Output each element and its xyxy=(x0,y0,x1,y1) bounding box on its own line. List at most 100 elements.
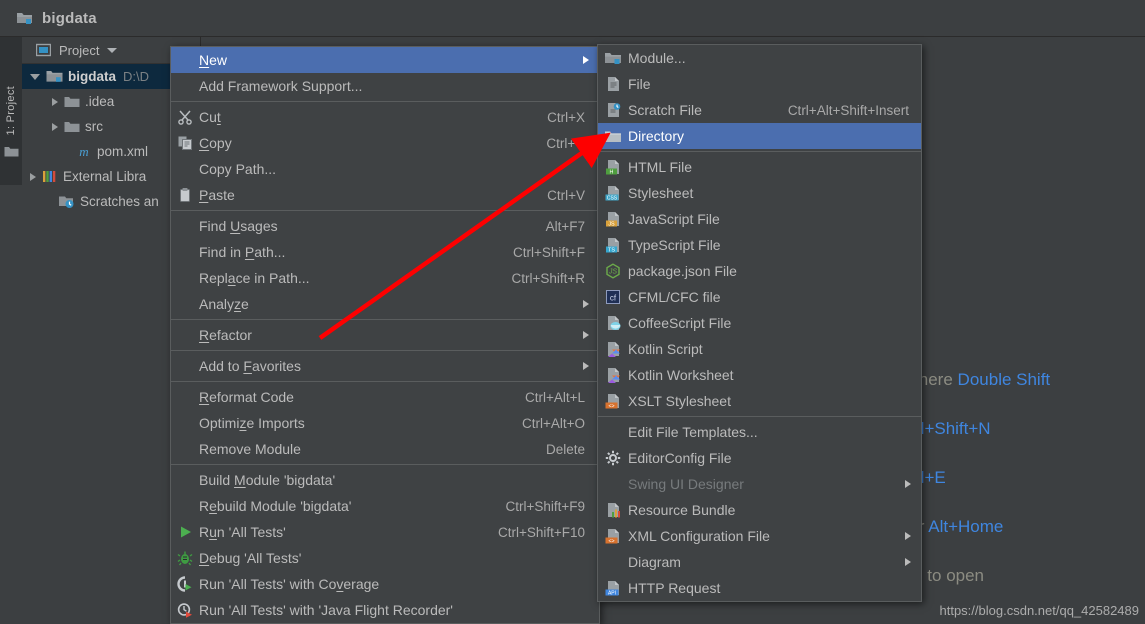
coffeescript-icon xyxy=(598,315,628,331)
new-item-http-request[interactable]: API HTTP Request xyxy=(598,575,921,601)
menu-item-find-in-path[interactable]: Find in Path... Ctrl+Shift+F xyxy=(171,239,599,265)
clipboard-icon xyxy=(171,187,199,203)
menu-item-shortcut: Ctrl+Alt+O xyxy=(521,415,585,431)
tree-node-label: pom.xml xyxy=(97,144,149,159)
expander-expand-icon[interactable] xyxy=(52,122,58,131)
menu-item-refactor[interactable]: Refactor xyxy=(171,322,599,348)
window-title: bigdata xyxy=(42,9,97,27)
menu-item-run-all-tests-with-coverage[interactable]: Run 'All Tests' with Coverage xyxy=(171,571,599,597)
menu-item-label: Replace in Path... xyxy=(199,270,310,286)
menu-item-copy-path[interactable]: Copy Path... xyxy=(171,156,599,182)
menu-item-shortcut: Delete xyxy=(545,441,585,457)
menu-item-label: Kotlin Script xyxy=(628,341,703,357)
menu-item-shortcut: Ctrl+X xyxy=(547,109,585,125)
svg-text:API: API xyxy=(608,590,616,596)
new-item-coffeescript-file[interactable]: CoffeeScript File xyxy=(598,310,921,336)
menu-item-shortcut: Ctrl+Shift+F xyxy=(512,244,585,260)
menu-item-reformat-code[interactable]: Reformat Code Ctrl+Alt+L xyxy=(171,384,599,410)
menu-item-shortcut: Alt+F7 xyxy=(545,218,585,234)
menu-item-label: Run 'All Tests' xyxy=(199,524,286,540)
folder-icon xyxy=(4,145,19,163)
new-item-xml-configuration-file[interactable]: <> XML Configuration File xyxy=(598,523,921,549)
new-item-package-json-file[interactable]: JS package.json File xyxy=(598,258,921,284)
menu-item-optimize-imports[interactable]: Optimize Imports Ctrl+Alt+O xyxy=(171,410,599,436)
copy-icon xyxy=(171,135,199,151)
new-item-editorconfig-file[interactable]: EditorConfig File xyxy=(598,445,921,471)
new-item-module[interactable]: Module... xyxy=(598,45,921,71)
expander-collapse-icon[interactable] xyxy=(30,73,40,80)
menu-item-analyze[interactable]: Analyze xyxy=(171,291,599,317)
expander-expand-icon[interactable] xyxy=(30,172,36,181)
context-menu[interactable]: New Add Framework Support... Cut Ctrl+X Copy… xyxy=(170,46,600,624)
js-file-icon: JS xyxy=(598,211,628,227)
menu-separator xyxy=(171,381,599,382)
new-item-swing-ui-designer[interactable]: Swing UI Designer xyxy=(598,471,921,497)
menu-item-label: Remove Module xyxy=(199,441,301,457)
chevron-right-icon xyxy=(583,300,589,308)
menu-item-new[interactable]: New xyxy=(171,47,599,73)
menu-item-shortcut: Ctrl+Shift+F9 xyxy=(505,498,585,514)
title-bar: bigdata xyxy=(0,0,1145,37)
kotlin-icon xyxy=(598,367,628,383)
new-item-kotlin-worksheet[interactable]: Kotlin Worksheet xyxy=(598,362,921,388)
new-item-diagram[interactable]: Diagram xyxy=(598,549,921,575)
directory-folder-icon xyxy=(598,129,628,144)
menu-item-label: TypeScript File xyxy=(628,237,721,253)
menu-item-label: Run 'All Tests' with Coverage xyxy=(199,576,380,592)
new-item-cfml-cfc-file[interactable]: cf CFML/CFC file xyxy=(598,284,921,310)
new-item-file[interactable]: File xyxy=(598,71,921,97)
run-icon xyxy=(171,524,199,540)
ts-file-icon: TS xyxy=(598,237,628,253)
http-request-icon: API xyxy=(598,580,628,596)
menu-item-label: Copy xyxy=(199,135,232,151)
folder-icon xyxy=(64,95,80,109)
menu-item-run-all-tests[interactable]: Run 'All Tests' Ctrl+Shift+F10 xyxy=(171,519,599,545)
svg-text:JS: JS xyxy=(608,269,618,276)
svg-text:<>: <> xyxy=(608,403,614,409)
menu-item-build-module-bigdata[interactable]: Build Module 'bigdata' xyxy=(171,467,599,493)
coverage-icon xyxy=(171,576,199,592)
menu-item-label: XML Configuration File xyxy=(628,528,770,544)
file-icon xyxy=(598,76,628,92)
chevron-down-icon[interactable] xyxy=(107,47,118,53)
new-item-directory[interactable]: Directory xyxy=(598,123,921,149)
menu-item-label: Module... xyxy=(628,50,686,66)
menu-item-remove-module[interactable]: Remove Module Delete xyxy=(171,436,599,462)
menu-item-label: EditorConfig File xyxy=(628,450,732,466)
menu-item-label: CoffeeScript File xyxy=(628,315,732,331)
new-item-xslt-stylesheet[interactable]: <> XSLT Stylesheet xyxy=(598,388,921,414)
menu-separator xyxy=(171,210,599,211)
menu-item-label: Optimize Imports xyxy=(199,415,305,431)
menu-item-rebuild-module-bigdata[interactable]: Rebuild Module 'bigdata' Ctrl+Shift+F9 xyxy=(171,493,599,519)
menu-item-copy[interactable]: Copy Ctrl+C xyxy=(171,130,599,156)
svg-text:CSS: CSS xyxy=(607,195,618,201)
cfml-icon: cf xyxy=(598,289,628,305)
new-item-scratch-file[interactable]: Scratch File Ctrl+Alt+Shift+Insert xyxy=(598,97,921,123)
menu-item-replace-in-path[interactable]: Replace in Path... Ctrl+Shift+R xyxy=(171,265,599,291)
menu-item-find-usages[interactable]: Find Usages Alt+F7 xyxy=(171,213,599,239)
menu-item-add-framework-support[interactable]: Add Framework Support... xyxy=(171,73,599,99)
menu-item-run-all-tests-with-java-flight-recorder[interactable]: Run 'All Tests' with 'Java Flight Record… xyxy=(171,597,599,623)
new-item-stylesheet[interactable]: CSS Stylesheet xyxy=(598,180,921,206)
menu-item-cut[interactable]: Cut Ctrl+X xyxy=(171,104,599,130)
new-item-typescript-file[interactable]: TS TypeScript File xyxy=(598,232,921,258)
menu-item-label: Kotlin Worksheet xyxy=(628,367,734,383)
menu-item-label: Diagram xyxy=(628,554,681,570)
new-item-kotlin-script[interactable]: Kotlin Script xyxy=(598,336,921,362)
svg-text:TS: TS xyxy=(608,247,615,253)
chevron-right-icon xyxy=(905,532,911,540)
svg-text:H: H xyxy=(610,169,614,175)
expander-expand-icon[interactable] xyxy=(52,97,58,106)
new-submenu[interactable]: Module... File Scratch File Ctrl+Alt+Shift+… xyxy=(597,44,922,602)
menu-item-add-to-favorites[interactable]: Add to Favorites xyxy=(171,353,599,379)
new-item-html-file[interactable]: H HTML File xyxy=(598,154,921,180)
menu-item-shortcut: Ctrl+V xyxy=(547,187,585,203)
menu-item-debug-all-tests[interactable]: Debug 'All Tests' xyxy=(171,545,599,571)
new-item-javascript-file[interactable]: JS JavaScript File xyxy=(598,206,921,232)
menu-item-paste[interactable]: Paste Ctrl+V xyxy=(171,182,599,208)
new-item-edit-file-templates[interactable]: Edit File Templates... xyxy=(598,419,921,445)
scratch-file-icon xyxy=(598,102,628,118)
new-item-resource-bundle[interactable]: Resource Bundle xyxy=(598,497,921,523)
menu-item-label: package.json File xyxy=(628,263,737,279)
menu-item-label: Refactor xyxy=(199,327,252,343)
